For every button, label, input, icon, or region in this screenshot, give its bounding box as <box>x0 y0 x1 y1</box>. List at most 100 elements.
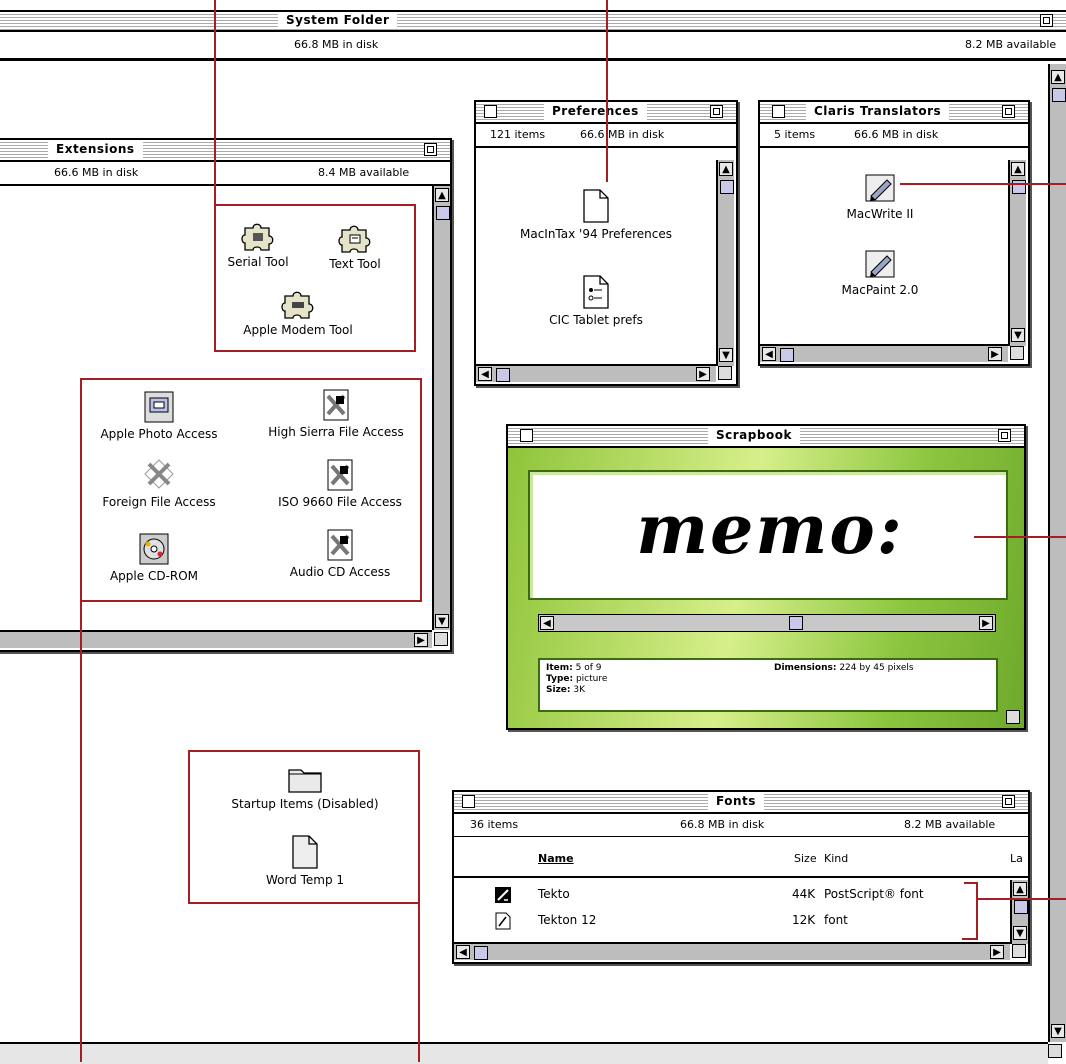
scroll-thumb[interactable] <box>1014 900 1028 914</box>
scroll-up-arrow-icon[interactable]: ▲ <box>435 188 449 202</box>
system-folder-horizontal-scrollbar[interactable] <box>0 1042 1048 1064</box>
scroll-right-arrow-icon[interactable]: ▶ <box>979 616 993 630</box>
translator-pencil-icon <box>865 250 895 278</box>
zoom-box-icon[interactable] <box>998 429 1011 442</box>
claris-horizontal-scrollbar[interactable]: ◀ ▶ <box>760 344 1008 362</box>
scrapbook-size-label: Size: <box>546 685 571 695</box>
grow-box-icon[interactable] <box>1048 1044 1062 1058</box>
grow-box-icon[interactable] <box>434 632 448 646</box>
scroll-thumb[interactable] <box>1052 88 1066 102</box>
close-box-icon[interactable] <box>484 105 497 118</box>
claris-info-bar: 5 items 66.6 MB in disk <box>760 124 1028 148</box>
callout-line-claris <box>900 183 1066 185</box>
scroll-left-arrow-icon[interactable]: ◀ <box>540 616 554 630</box>
column-header-la[interactable]: La <box>1010 852 1023 865</box>
scrapbook-type-label: Type: <box>546 674 574 684</box>
scroll-down-arrow-icon[interactable]: ▼ <box>1013 926 1027 940</box>
system-folder-info-bar: 66.8 MB in disk 8.2 MB available <box>0 32 1066 61</box>
extensions-titlebar[interactable]: Extensions <box>0 140 450 162</box>
macintax-preferences-file[interactable]: MacInTax '94 Preferences <box>496 188 696 241</box>
scrapbook-titlebar[interactable]: Scrapbook <box>508 426 1024 448</box>
fonts-vertical-scrollbar[interactable]: ▲ ▼ <box>1010 880 1028 944</box>
close-box-icon[interactable] <box>462 795 475 808</box>
system-folder-title: System Folder <box>278 12 398 29</box>
column-header-size[interactable]: Size <box>794 852 817 865</box>
scroll-right-arrow-icon[interactable]: ▶ <box>696 367 710 381</box>
callout-line-preferences <box>606 0 608 182</box>
scroll-down-arrow-icon[interactable]: ▼ <box>1051 1024 1065 1038</box>
fonts-info-bar: 36 items 66.8 MB in disk 8.2 MB availabl… <box>454 814 1028 837</box>
close-box-icon[interactable] <box>772 105 785 118</box>
scroll-left-arrow-icon[interactable]: ◀ <box>456 945 470 959</box>
scroll-right-arrow-icon[interactable]: ▶ <box>988 347 1002 361</box>
extensions-horizontal-scrollbar[interactable]: ▶ <box>0 630 432 648</box>
prefs-document-icon <box>583 275 609 309</box>
font-kind: PostScript® font <box>824 887 924 901</box>
grow-box-icon[interactable] <box>1012 944 1026 958</box>
scrapbook-item-scrollbar[interactable]: ◀ ▶ <box>538 614 996 632</box>
scroll-thumb[interactable] <box>720 180 734 194</box>
scrapbook-picture-frame: memo: <box>528 470 1008 600</box>
callout-box-file-access <box>80 378 422 602</box>
grow-box-icon[interactable] <box>718 366 732 380</box>
macwrite-ii-label: MacWrite II <box>846 207 914 221</box>
cic-tablet-prefs-file[interactable]: CIC Tablet prefs <box>516 274 676 327</box>
preferences-items-count: 121 items <box>490 128 546 141</box>
callout-line-file-access-left <box>80 602 82 1062</box>
fonts-items-count: 36 items <box>470 818 519 831</box>
postscript-font-icon <box>495 887 511 903</box>
font-size: 44K <box>792 887 816 901</box>
zoom-box-icon[interactable] <box>1002 105 1015 118</box>
zoom-box-icon[interactable] <box>710 105 723 118</box>
scrapbook-size-value: 3K <box>573 685 586 695</box>
scroll-up-arrow-icon[interactable]: ▲ <box>1011 162 1025 176</box>
column-header-name[interactable]: Name <box>538 852 574 865</box>
callout-line-fonts <box>976 898 1066 900</box>
scroll-thumb[interactable] <box>780 348 794 362</box>
scroll-up-arrow-icon[interactable]: ▲ <box>719 162 733 176</box>
fonts-available: 8.2 MB available <box>904 818 996 831</box>
scroll-left-arrow-icon[interactable]: ◀ <box>478 367 492 381</box>
grow-box-icon[interactable] <box>1006 710 1020 724</box>
preferences-vertical-scrollbar[interactable]: ▲ ▼ <box>716 160 734 366</box>
scroll-down-arrow-icon[interactable]: ▼ <box>435 614 449 628</box>
scrapbook-dimensions-label: Dimensions: <box>774 663 837 673</box>
zoom-box-icon[interactable] <box>1040 14 1053 27</box>
close-box-icon[interactable] <box>520 429 533 442</box>
macwrite-ii-file[interactable]: MacWrite II <box>820 172 940 221</box>
column-header-kind[interactable]: Kind <box>824 852 848 865</box>
scroll-right-arrow-icon[interactable]: ▶ <box>414 633 428 647</box>
translator-pencil-icon <box>865 174 895 202</box>
scroll-thumb[interactable] <box>496 368 510 382</box>
zoom-box-icon[interactable] <box>1002 795 1015 808</box>
claris-disk-info: 66.6 MB in disk <box>854 128 939 141</box>
font-row[interactable]: Tekton 12 12K font <box>454 910 1010 934</box>
fonts-horizontal-scrollbar[interactable]: ◀ ▶ <box>454 942 1010 960</box>
claris-vertical-scrollbar[interactable]: ▲ ▼ <box>1008 160 1026 346</box>
callout-box-loose-items <box>188 750 420 904</box>
scrapbook-item-label: Item: <box>546 663 573 673</box>
scroll-down-arrow-icon[interactable]: ▼ <box>1011 328 1025 342</box>
zoom-box-icon[interactable] <box>424 143 437 156</box>
macpaint-file[interactable]: MacPaint 2.0 <box>820 248 940 297</box>
scroll-left-arrow-icon[interactable]: ◀ <box>762 347 776 361</box>
font-suitcase-icon <box>495 912 511 930</box>
scroll-thumb[interactable] <box>789 616 803 630</box>
scroll-up-arrow-icon[interactable]: ▲ <box>1051 70 1065 84</box>
scrapbook-window: Scrapbook memo: ◀ ▶ Item: 5 of 9 Type: p… <box>506 424 1026 730</box>
font-row[interactable]: Tekto 44K PostScript® font <box>454 884 1010 908</box>
scroll-thumb[interactable] <box>436 206 450 220</box>
grow-box-icon[interactable] <box>1010 346 1024 360</box>
scroll-up-arrow-icon[interactable]: ▲ <box>1013 882 1027 896</box>
preferences-disk-info: 66.6 MB in disk <box>580 128 665 141</box>
scroll-thumb[interactable] <box>474 946 488 960</box>
preferences-horizontal-scrollbar[interactable]: ◀ ▶ <box>476 364 716 382</box>
scroll-right-arrow-icon[interactable]: ▶ <box>990 945 1004 959</box>
fonts-titlebar[interactable]: Fonts <box>454 792 1028 814</box>
system-folder-vertical-scrollbar[interactable]: ▲ ▼ <box>1048 64 1066 1042</box>
claris-titlebar[interactable]: Claris Translators <box>760 102 1028 124</box>
extensions-vertical-scrollbar[interactable]: ▲ ▼ <box>432 186 450 630</box>
scroll-down-arrow-icon[interactable]: ▼ <box>719 348 733 362</box>
callout-line-scrapbook <box>974 536 1066 538</box>
system-folder-titlebar[interactable]: System Folder <box>0 10 1066 32</box>
